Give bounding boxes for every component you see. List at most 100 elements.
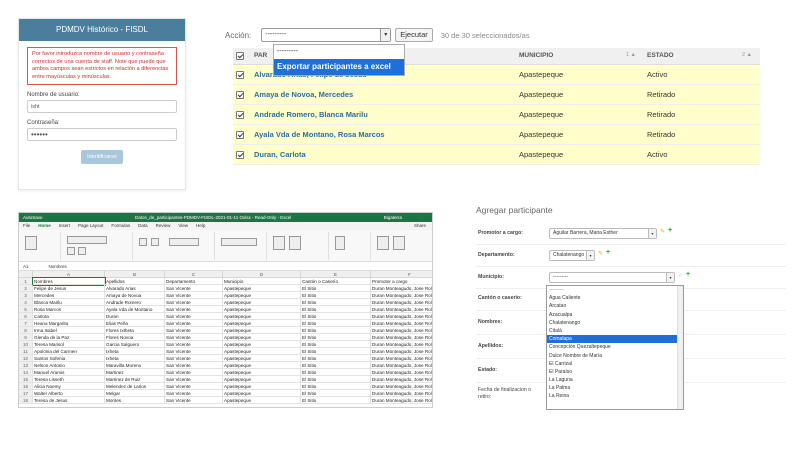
spreadsheet-cell[interactable]: Apastepeque [223,362,301,369]
excel-user-name[interactable]: Bigaterra [384,213,402,222]
spreadsheet-cell[interactable]: Alvarado Arias [105,285,165,292]
spreadsheet-cell[interactable]: Flores Ixtheta [105,327,165,334]
spreadsheet-cell[interactable]: Apastepeque [223,285,301,292]
row-checkbox[interactable] [236,130,244,139]
municipio-option[interactable]: Citalá [547,327,683,335]
spreadsheet-cell[interactable]: Nelson Antonio [33,362,105,369]
spreadsheet-cell[interactable]: El Sitio [301,362,371,369]
spreadsheet-cell[interactable]: Duran Monteagudo, Jose Rol [371,313,432,320]
spreadsheet-cell[interactable]: El Sitio [301,334,371,341]
spreadsheet-cell[interactable]: San Vicente [165,292,223,299]
column-header-estado[interactable]: ESTADO 2 ▲ [644,48,760,65]
municipio-option[interactable]: Chalatenango [547,319,683,327]
insert-cells-icon[interactable] [335,236,345,250]
spreadsheet-cell[interactable]: El Sitio [301,306,371,313]
promotor-select[interactable]: Aguilar Barrera, Maria Esther ▾ [549,228,657,239]
row-number-header[interactable]: 7 [19,320,33,327]
spreadsheet-cell[interactable]: Duran Monteagudo, Jose Rol [371,383,432,390]
spreadsheet-cell[interactable]: Walter Alberto [33,390,105,397]
row-number-header[interactable]: 15 [19,376,33,383]
row-checkbox[interactable] [236,70,244,79]
add-plus-icon[interactable]: + [606,249,610,256]
spreadsheet-cell[interactable]: Santos Sofenia [33,355,105,362]
spreadsheet-cell[interactable]: Duran Monteagudo, Jose Rol [371,355,432,362]
spreadsheet-cell[interactable]: El Sitio [301,327,371,334]
row-checkbox[interactable] [236,150,244,159]
spreadsheet-cell[interactable]: San Vicente [165,327,223,334]
spreadsheet-cell[interactable]: El Sitio [301,292,371,299]
formula-input[interactable]: Nombres [49,262,67,270]
conditional-format-icon[interactable] [273,236,285,250]
row-number-header[interactable]: 17 [19,390,33,397]
spreadsheet-cell[interactable]: San Vicente [165,334,223,341]
find-select-icon[interactable] [393,236,405,250]
sort-filter-icon[interactable] [377,236,389,250]
spreadsheet-cell[interactable]: Apastepeque [223,292,301,299]
number-format-select[interactable] [221,238,257,246]
row-number-header[interactable]: 2 [19,285,33,292]
spreadsheet-cell[interactable]: Heana Margarita [33,320,105,327]
municipio-option-blank[interactable]: --------- [547,286,683,294]
row-number-header[interactable]: 10 [19,341,33,348]
spreadsheet-cell[interactable]: Melendez de Larios [105,383,165,390]
spreadsheet-cell[interactable]: El Sitio [301,299,371,306]
municipio-option[interactable]: Azacualpa [547,311,683,319]
participant-name-link[interactable]: Andrade Romero, Blanca Marilu [251,104,516,125]
column-letter-header[interactable]: D [223,271,301,278]
spreadsheet-cell[interactable]: Apastepeque [223,299,301,306]
row-number-header[interactable]: 12 [19,355,33,362]
sort-ascending-icon[interactable]: 2 ▲ [742,52,752,58]
spreadsheet-cell[interactable]: San Vicente [165,376,223,383]
spreadsheet-cell[interactable]: San Vicente [165,369,223,376]
spreadsheet-cell[interactable]: Apastepeque [223,334,301,341]
chevron-down-icon[interactable]: ▾ [648,229,656,238]
password-input[interactable]: •••••• [27,128,177,141]
tab-file[interactable]: File [23,222,30,230]
municipio-option[interactable]: Concepción Quezaltepeque [547,343,683,351]
tab-view[interactable]: View [178,222,188,230]
spreadsheet-cell[interactable]: El Sitio [301,376,371,383]
spreadsheet-cell[interactable]: Andrade Romero [105,299,165,306]
select-all-checkbox[interactable] [236,51,244,60]
column-letter-header[interactable]: F [371,271,432,278]
run-action-button[interactable]: Ejecutar [395,28,433,42]
participant-name-link[interactable]: Duran, Carlota [251,144,516,165]
add-plus-icon[interactable]: + [686,271,690,278]
spreadsheet-cell[interactable]: Teresa Lisseth [33,376,105,383]
row-number-header[interactable]: 9 [19,334,33,341]
column-letter-header[interactable]: E [301,271,371,278]
spreadsheet-cell[interactable]: Duran Monteagudo, Jose Rol [371,397,432,404]
username-input[interactable]: isht [27,100,177,113]
merge-center-icon[interactable] [169,238,199,246]
chevron-down-icon[interactable]: ▾ [380,29,391,41]
spreadsheet-cell[interactable]: San Vicente [165,285,223,292]
font-select[interactable] [67,236,107,244]
spreadsheet-cell[interactable]: Duran Monteagudo, Jose Rol [371,362,432,369]
row-number-header[interactable]: 1 [19,278,33,285]
municipio-select[interactable]: --------- ▾ [549,272,675,283]
row-number-header[interactable]: 14 [19,369,33,376]
spreadsheet-cell[interactable]: Duran [105,313,165,320]
tab-page-layout[interactable]: Page Layout [78,222,103,230]
spreadsheet-cell[interactable]: Duran Monteagudo, Jose Rol [371,320,432,327]
italic-icon[interactable] [78,247,86,255]
dropdown-scrollbar[interactable] [677,286,683,409]
spreadsheet-cell[interactable]: Martinez [105,369,165,376]
spreadsheet-cell[interactable]: Ixheta [105,348,165,355]
municipio-option[interactable]: Arcatao [547,302,683,310]
spreadsheet-cell[interactable]: Nombres [32,277,106,286]
spreadsheet-cell[interactable]: Melgar [105,390,165,397]
row-number-header[interactable]: 18 [19,397,33,404]
participant-name-link[interactable]: Amaya de Novoa, Mercedes [251,84,516,105]
municipio-option[interactable]: La Laguna [547,376,683,384]
edit-pencil-icon[interactable]: ✎ [598,250,603,257]
spreadsheet-cell[interactable]: Ayala Vda de Montano [105,306,165,313]
spreadsheet-cell[interactable]: Apellidos [105,278,165,285]
spreadsheet-cell[interactable]: San Vicente [165,313,223,320]
action-select[interactable]: --------- ▾ [261,28,392,42]
row-number-header[interactable]: 16 [19,383,33,390]
chevron-down-icon[interactable]: ▾ [666,273,674,282]
spreadsheet-cell[interactable]: Duran Monteagudo, Jose Rol [371,327,432,334]
row-checkbox[interactable] [236,90,244,99]
spreadsheet-cell[interactable]: Teresa Marisol [33,341,105,348]
